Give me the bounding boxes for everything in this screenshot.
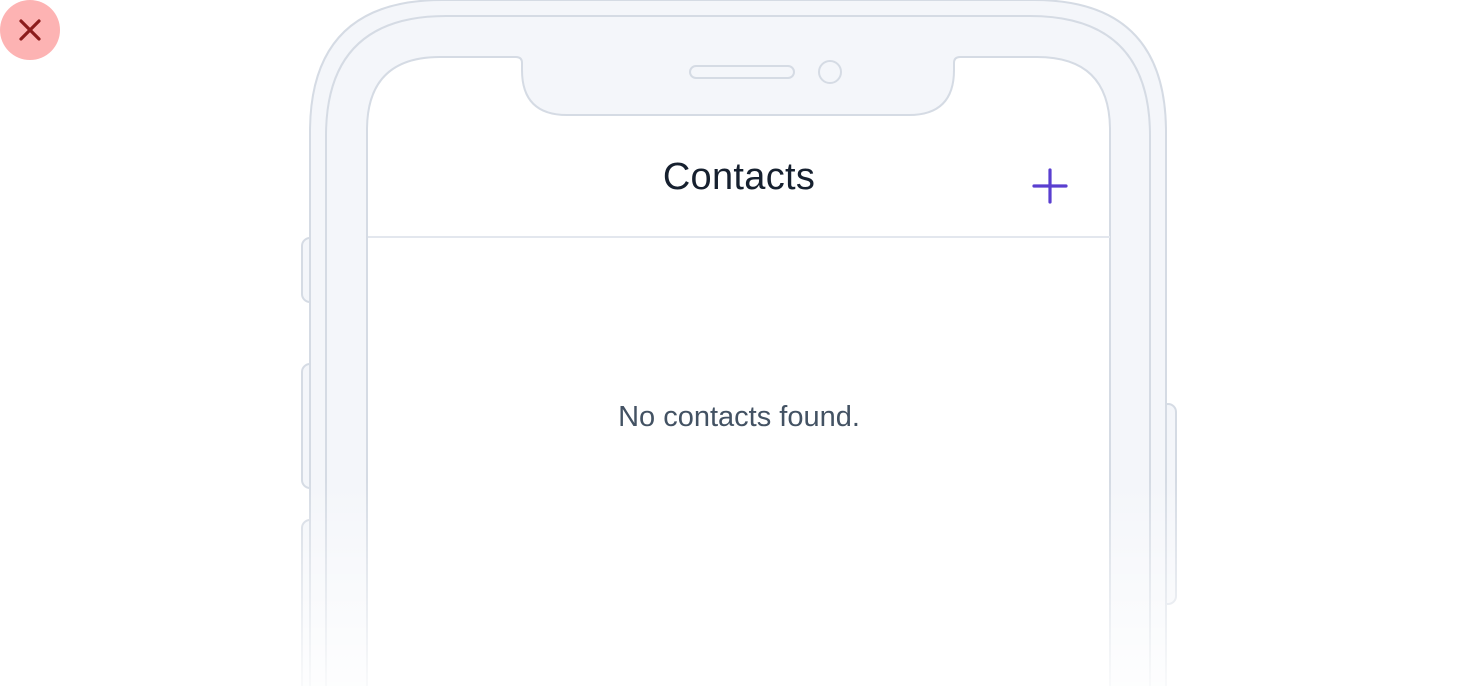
empty-state-message: No contacts found. xyxy=(618,401,860,433)
add-contact-button[interactable] xyxy=(1028,164,1072,208)
screen-header: Contacts xyxy=(368,116,1110,238)
contacts-screen: Contacts No contacts found. xyxy=(368,116,1110,686)
close-button[interactable] xyxy=(0,0,60,60)
app-canvas: Contacts No contacts found. xyxy=(0,0,1480,686)
page-title: Contacts xyxy=(662,156,816,198)
plus-icon xyxy=(1032,168,1068,204)
speaker-grille xyxy=(689,65,795,79)
front-camera xyxy=(818,60,842,84)
close-icon xyxy=(19,19,41,41)
